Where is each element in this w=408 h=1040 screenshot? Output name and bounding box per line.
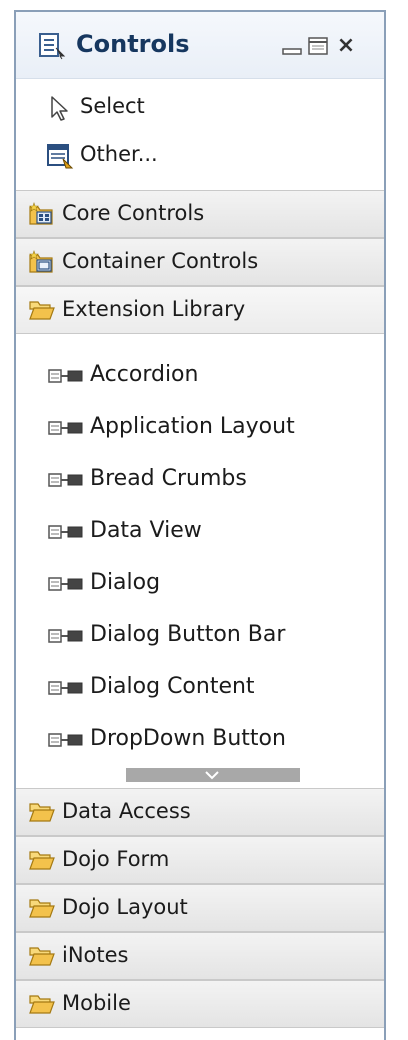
drawer-container-controls[interactable]: Container Controls [16,238,384,286]
tool-label: Select [80,94,145,118]
open-folder-icon [29,301,55,320]
tool-label: Other... [80,142,158,166]
open-folder-icon [29,851,55,870]
drawer-core-controls[interactable]: Core Controls [16,190,384,238]
open-folder-icon [29,947,55,966]
custom-control-icon [48,525,83,539]
drawer-label: Extension Library [62,297,246,321]
custom-control-icon [48,421,83,435]
control-label: Dialog Content [90,674,255,699]
maximize-icon[interactable] [306,34,330,58]
container-controls-folder-icon [29,250,53,273]
control-dropdown-button[interactable]: DropDown Button [16,714,384,766]
tool-other[interactable]: Other... [16,132,384,180]
controls-palette-icon [39,33,66,60]
core-controls-folder-icon [29,202,53,225]
minimize-icon[interactable] [280,34,304,58]
drawer-extension-library[interactable]: Extension Library [16,286,384,334]
custom-control-icon [48,473,83,487]
control-application-layout[interactable]: Application Layout [16,402,384,454]
arrow-cursor-icon [51,96,68,121]
drawer-data-access[interactable]: Data Access [16,788,384,836]
control-label: Dialog Button Bar [90,622,286,647]
custom-control-icon [48,577,83,591]
chevron-down-icon [205,771,219,780]
drawer-dojo-form[interactable]: Dojo Form [16,836,384,884]
control-dialog[interactable]: Dialog [16,558,384,610]
open-folder-icon [29,899,55,918]
drawer-label: Core Controls [62,201,205,225]
drawer-label: Dojo Layout [62,895,188,919]
drawer-label: Data Access [62,799,191,823]
control-label: DropDown Button [90,726,286,751]
drawer-label: Dojo Form [62,847,170,871]
drawer-label: Container Controls [62,249,259,273]
control-dialog-content[interactable]: Dialog Content [16,662,384,714]
custom-control-icon [48,681,83,695]
drawer-dojo-layout[interactable]: Dojo Layout [16,884,384,932]
controls-palette: Controls × Select Other... Core Controls… [14,10,386,1040]
open-folder-icon [29,803,55,822]
tool-select[interactable]: Select [16,84,384,132]
control-label: Accordion [90,362,199,387]
drawer-mobile[interactable]: Mobile [16,980,384,1028]
control-bread-crumbs[interactable]: Bread Crumbs [16,454,384,506]
control-label: Data View [90,518,202,543]
custom-control-icon [48,629,83,643]
other-control-icon [47,144,74,169]
open-folder-icon [29,995,55,1014]
control-label: Application Layout [90,414,295,439]
control-label: Dialog [90,570,161,595]
control-accordion[interactable]: Accordion [16,350,384,402]
scroll-down-button[interactable] [126,768,300,782]
control-data-view[interactable]: Data View [16,506,384,558]
control-label: Bread Crumbs [90,466,247,491]
custom-control-icon [48,733,83,747]
drawer-label: iNotes [62,943,129,967]
custom-control-icon [48,369,83,383]
close-icon[interactable]: × [334,34,358,58]
palette-title: Controls [76,30,190,58]
control-dialog-button-bar[interactable]: Dialog Button Bar [16,610,384,662]
drawer-inotes[interactable]: iNotes [16,932,384,980]
palette-header: Controls × [16,12,384,79]
drawer-label: Mobile [62,991,131,1015]
